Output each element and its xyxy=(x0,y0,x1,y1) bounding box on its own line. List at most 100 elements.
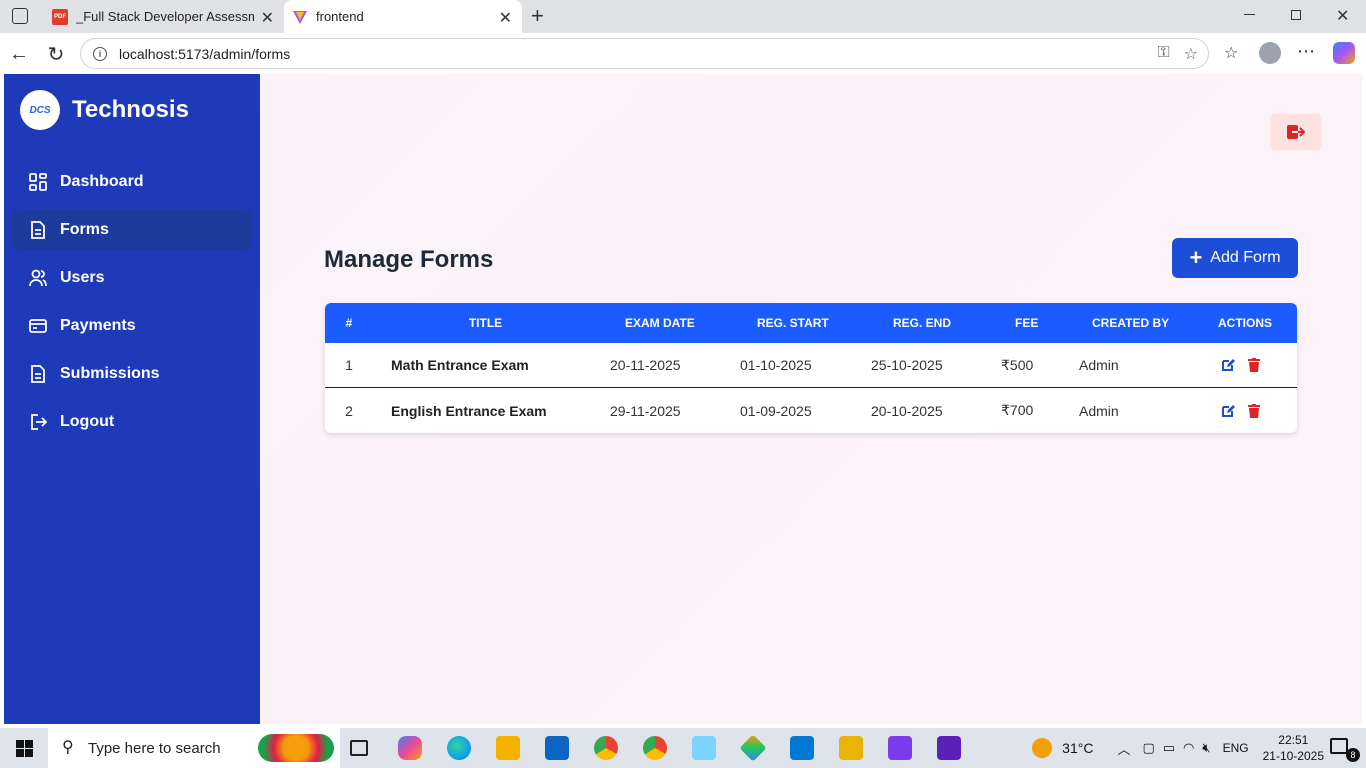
more-menu-icon[interactable]: ⋯ xyxy=(1297,41,1315,62)
windows-start-icon[interactable] xyxy=(16,740,33,757)
tab-title: _Full Stack Developer Assessment xyxy=(76,9,254,24)
trash-icon[interactable] xyxy=(1248,403,1260,418)
sidebar-item-payments[interactable]: Payments xyxy=(12,306,252,346)
wifi-icon[interactable]: ◠ xyxy=(1183,740,1194,756)
browser-toolbar: ← ↻ i localhost:5173/admin/forms ⚿ ☆ ☆ ⋯ xyxy=(0,33,1366,74)
task-view-icon[interactable] xyxy=(350,740,368,756)
notepad-icon[interactable] xyxy=(692,736,716,760)
notification-count: 8 xyxy=(1346,748,1360,762)
browser-tab-frontend[interactable]: frontend ✕ xyxy=(284,0,522,33)
address-bar[interactable]: i localhost:5173/admin/forms ⚿ ☆ xyxy=(80,38,1209,69)
plus-icon: + xyxy=(1189,245,1203,270)
copilot-icon[interactable] xyxy=(1333,42,1355,64)
browser-tab-pdf[interactable]: PDF _Full Stack Developer Assessment ✕ xyxy=(44,0,284,33)
sidebar-item-label: Forms xyxy=(60,221,109,238)
notification-icon[interactable] xyxy=(1330,738,1348,754)
search-highlight-icon xyxy=(258,734,334,762)
vscode-icon[interactable] xyxy=(790,736,814,760)
close-window-button[interactable]: ✕ xyxy=(1336,6,1349,26)
git-icon[interactable] xyxy=(739,734,767,762)
close-tab-icon[interactable]: ✕ xyxy=(261,8,274,28)
row-exam-date: 29-11-2025 xyxy=(610,402,681,419)
row-actions xyxy=(1221,388,1260,433)
sidebar-item-label: Logout xyxy=(60,413,115,430)
back-icon[interactable]: ← xyxy=(6,41,32,67)
trash-icon[interactable] xyxy=(1248,358,1260,372)
system-tray: 31°C ︿ ▢ ▭ ◠ 🔇︎ ENG 22:51 21-10-2025 8 xyxy=(1032,728,1366,768)
row-created-by: Admin xyxy=(1079,357,1119,373)
row-created-by: Admin xyxy=(1079,402,1119,419)
clock-date: 21-10-2025 xyxy=(1262,749,1324,763)
app-root: DCS Technosis Dashboard Forms Users Paym… xyxy=(4,74,1362,724)
clock[interactable]: 22:51 21-10-2025 xyxy=(1263,732,1324,764)
sidebar-item-forms[interactable]: Forms xyxy=(12,210,252,250)
terminal-icon[interactable] xyxy=(937,736,961,760)
edit-icon[interactable] xyxy=(1221,358,1235,372)
row-num: 2 xyxy=(345,402,353,419)
network-status-icon[interactable]: ▭ xyxy=(1163,740,1175,756)
sidebar-item-label: Payments xyxy=(60,317,136,334)
chrome-profile-icon[interactable] xyxy=(643,736,667,760)
new-tab-button[interactable]: + xyxy=(531,3,544,29)
chrome-icon[interactable] xyxy=(594,736,618,760)
taskbar-search[interactable]: ⚲ Type here to search xyxy=(48,728,340,768)
sidebar: DCS Technosis Dashboard Forms Users Paym… xyxy=(4,74,260,724)
logout-icon xyxy=(1287,125,1305,139)
table-header: # TITLE EXAM DATE REG. START REG. END FE… xyxy=(325,303,1297,343)
sidebar-item-submissions[interactable]: Submissions xyxy=(12,354,252,394)
visual-studio-icon[interactable] xyxy=(888,736,912,760)
table-row: 2 English Entrance Exam 29-11-2025 01-09… xyxy=(325,388,1297,433)
edit-icon[interactable] xyxy=(1221,404,1235,418)
brand: DCS Technosis xyxy=(20,90,189,130)
weather-temp[interactable]: 31°C xyxy=(1062,740,1093,756)
header-reg-end: REG. END xyxy=(893,316,952,330)
clock-time: 22:51 xyxy=(1278,733,1309,747)
search-icon: ⚲ xyxy=(62,739,74,756)
outlook-icon[interactable] xyxy=(545,736,569,760)
sidebar-item-label: Submissions xyxy=(60,365,160,382)
profile-avatar-icon[interactable] xyxy=(1259,42,1281,64)
close-tab-icon[interactable]: ✕ xyxy=(499,8,512,28)
header-title: TITLE xyxy=(468,316,503,330)
postman-icon[interactable] xyxy=(839,736,863,760)
key-icon[interactable]: ⚿ xyxy=(1157,44,1169,64)
favorites-icon[interactable]: ☆ xyxy=(1224,43,1238,63)
site-info-icon[interactable]: i xyxy=(93,46,107,61)
sidebar-item-dashboard[interactable]: Dashboard xyxy=(12,162,252,202)
meet-icon[interactable]: ▢ xyxy=(1142,740,1154,756)
header-fee: FEE xyxy=(1015,316,1039,330)
sidebar-item-label: Dashboard xyxy=(60,173,144,190)
taskbar: ⚲ Type here to search 31°C ︿ ▢ ▭ ◠ 🔇︎ EN… xyxy=(0,728,1366,768)
row-actions xyxy=(1221,343,1260,387)
volume-mute-icon[interactable]: 🔇︎ xyxy=(1202,740,1210,756)
table-row: 1 Math Entrance Exam 20-11-2025 01-10-20… xyxy=(325,343,1297,388)
vite-icon xyxy=(293,10,307,24)
brand-name: Technosis xyxy=(72,96,189,123)
sidebar-item-logout[interactable]: Logout xyxy=(12,402,252,442)
language-indicator[interactable]: ENG xyxy=(1223,741,1249,755)
tab-actions-icon[interactable] xyxy=(12,8,28,24)
favorite-star-icon[interactable]: ☆ xyxy=(1184,44,1198,64)
chevron-up-icon[interactable]: ︿ xyxy=(1117,739,1130,758)
add-form-button[interactable]: + Add Form xyxy=(1172,238,1298,278)
header-exam-date: EXAM DATE xyxy=(625,316,695,330)
edge-icon[interactable] xyxy=(447,736,471,760)
reload-icon[interactable]: ↻ xyxy=(43,41,69,67)
row-reg-end: 25-10-2025 xyxy=(871,357,943,373)
logout-button[interactable] xyxy=(1270,114,1322,150)
sidebar-item-users[interactable]: Users xyxy=(12,258,252,298)
restore-button[interactable] xyxy=(1291,10,1301,20)
logout-icon xyxy=(31,414,47,430)
brand-logo: DCS xyxy=(20,90,60,130)
minimize-button[interactable] xyxy=(1244,14,1255,15)
row-fee: ₹500 xyxy=(1001,356,1034,373)
card-icon xyxy=(29,319,47,333)
dashboard-icon xyxy=(29,173,47,191)
row-num: 1 xyxy=(345,357,353,373)
pdf-icon: PDF xyxy=(52,8,68,25)
header-actions: ACTIONS xyxy=(1218,316,1272,330)
file-explorer-icon[interactable] xyxy=(496,736,520,760)
copilot-taskbar-icon[interactable] xyxy=(398,736,422,760)
row-reg-start: 01-09-2025 xyxy=(740,402,812,419)
weather-sun-icon[interactable] xyxy=(1032,738,1053,758)
